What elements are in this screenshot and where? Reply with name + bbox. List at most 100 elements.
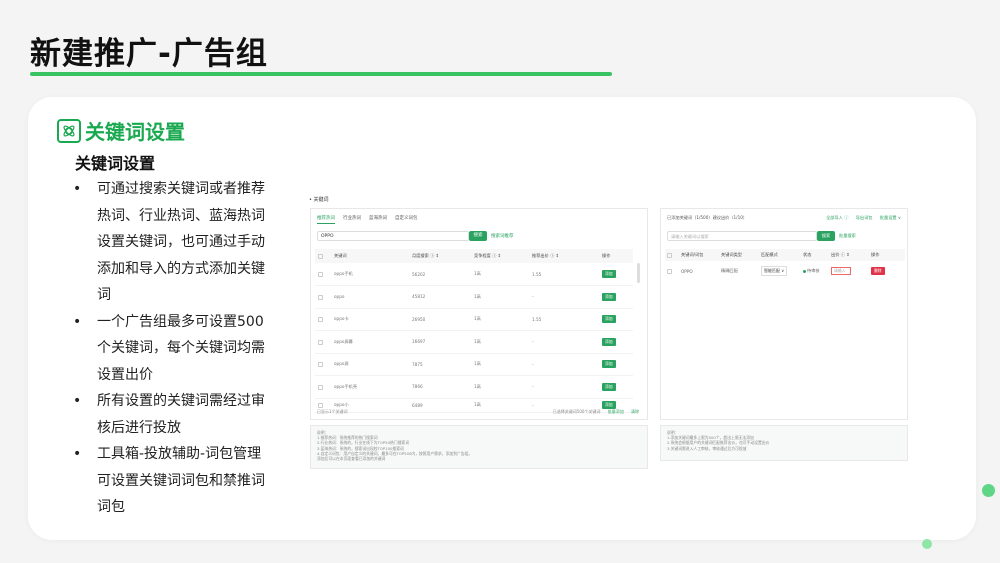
col-status: 状态 bbox=[801, 249, 829, 261]
cell-search: 56202 bbox=[409, 263, 471, 286]
add-button[interactable]: 添加 bbox=[602, 382, 616, 391]
batch-search-link[interactable]: 批量搜索 bbox=[839, 233, 856, 239]
col-type: 关键词类型 bbox=[719, 249, 759, 261]
keyword-picker-panel: 推荐热词 行业热词 蓝海热词 自定义词包 OPPO 搜索 搜索词推荐 关键词 月… bbox=[310, 208, 648, 420]
row-checkbox[interactable] bbox=[318, 294, 323, 300]
bullet-item: 一个广告组最多可设置500个关键词，每个关键词均需设置出价 bbox=[70, 309, 270, 389]
cell-type: 精确匹配 bbox=[721, 268, 738, 273]
cell-comp: 1高 bbox=[471, 263, 529, 286]
cell-search: 6489 bbox=[409, 398, 471, 413]
col-keyword: 关键词/词包 bbox=[679, 249, 719, 261]
table-row: oppo卡 26950 1高 1.55 添加 bbox=[315, 308, 633, 331]
section-title: 关键词设置 bbox=[85, 120, 185, 144]
col-mode: 匹配模式 bbox=[759, 249, 801, 261]
delete-button[interactable]: 删除 bbox=[871, 267, 885, 275]
slide-title: 新建推广-广告组 bbox=[30, 36, 268, 72]
left-footer-actions: 已选择关键词500个关键词 批量添加 清除 bbox=[547, 409, 639, 415]
table-header: 关键词 月度搜索 ⓘ ⇕ 竞争程度 ⓘ ⇕ 推荐出价 ⓘ ⇕ 操作 bbox=[315, 249, 633, 263]
selected-table: 关键词/词包 关键词类型 匹配模式 状态 出价 ⓘ ⇕ 操作 OPPO 精确匹配… bbox=[665, 249, 905, 281]
cell-bid: 1.55 bbox=[529, 263, 599, 286]
col-op: 操作 bbox=[599, 249, 633, 263]
status-badge: 待审核 bbox=[807, 268, 820, 273]
cell-search: 45812 bbox=[409, 285, 471, 309]
batch-add-link[interactable]: 批量添加 bbox=[608, 409, 624, 414]
add-button[interactable]: 添加 bbox=[602, 292, 616, 301]
row-checkbox[interactable] bbox=[667, 268, 672, 274]
row-checkbox[interactable] bbox=[318, 402, 323, 408]
selected-search-input[interactable]: 请输入关键词以搜索 bbox=[667, 231, 817, 241]
title-underline bbox=[30, 72, 612, 76]
selected-actions: 全部导入 ⓘ 导出词包 批量设置 ∨ bbox=[820, 215, 901, 221]
add-button[interactable]: 添加 bbox=[602, 270, 616, 278]
cell-keyword: oppo屏幕 bbox=[331, 330, 409, 354]
row-checkbox[interactable] bbox=[318, 317, 323, 322]
tab-recommended[interactable]: 推荐热词 bbox=[317, 215, 335, 224]
clear-link[interactable]: 清除 bbox=[631, 409, 639, 414]
table-row: oppo手机 56202 1高 1.55 添加 bbox=[315, 263, 633, 286]
cell-keyword: oppo卡 bbox=[331, 308, 409, 331]
select-all-checkbox[interactable] bbox=[667, 252, 672, 258]
decorative-dot bbox=[982, 484, 995, 497]
cell-comp: 1高 bbox=[471, 353, 529, 376]
add-button[interactable]: 添加 bbox=[602, 401, 616, 409]
row-checkbox[interactable] bbox=[318, 271, 323, 277]
left-footer-count: 已显示1个关键词 bbox=[317, 409, 348, 414]
col-keyword: 关键词 bbox=[331, 249, 409, 263]
table-row: oppo屏幕 16697 1高 - 添加 bbox=[315, 330, 633, 354]
table-row: oppo手机壳 7866 1高 - 添加 bbox=[315, 375, 633, 399]
note-line: 添加后可以在本页面查看已添加的关键词 bbox=[317, 456, 386, 462]
export-link[interactable]: 导出词包 bbox=[856, 215, 873, 220]
bullet-item: 所有设置的关键词需经过审核后进行投放 bbox=[70, 388, 270, 441]
left-notes: 说明： 1.推荐热词：系统推荐的热门搜索词 2.行业热词：系统的，行业在线下为T… bbox=[310, 425, 648, 469]
col-bid[interactable]: 出价 ⓘ ⇕ bbox=[829, 249, 869, 261]
search-button[interactable]: 搜索 bbox=[469, 231, 487, 241]
add-button[interactable]: 添加 bbox=[602, 337, 616, 346]
cell-comp: 1高 bbox=[471, 285, 529, 309]
match-mode-select[interactable]: 智能匹配 ∨ bbox=[761, 266, 788, 276]
table-row: OPPO 精确匹配 智能匹配 ∨ 待审核 请输入 删除 bbox=[665, 261, 905, 281]
cell-comp: 1高 bbox=[471, 308, 529, 331]
row-checkbox[interactable] bbox=[318, 384, 323, 390]
tab-industry[interactable]: 行业热词 bbox=[343, 215, 361, 224]
cell-bid: - bbox=[529, 353, 599, 376]
subtitle: 关键词设置 bbox=[75, 154, 156, 173]
note-line: 3.关键词需进入人工审核，审核通过后方可投放 bbox=[667, 445, 747, 451]
search-suggest-link[interactable]: 搜索词推荐 bbox=[491, 233, 514, 239]
cell-bid: - bbox=[529, 330, 599, 354]
selected-title: 已添加关键词（1/500）建议出价（1/10） bbox=[667, 215, 748, 220]
bullet-item: 工具箱-投放辅助-词包管理可设置关键词词包和禁推词词包 bbox=[70, 441, 270, 521]
section-header: 关键词设置 bbox=[57, 116, 185, 145]
tab-blue-ocean[interactable]: 蓝海热词 bbox=[369, 215, 387, 224]
cell-search: 7866 bbox=[409, 375, 471, 399]
row-checkbox[interactable] bbox=[318, 339, 323, 345]
cell-keyword: OPPO bbox=[681, 268, 693, 274]
status-dot-icon bbox=[803, 269, 806, 273]
select-all-checkbox[interactable] bbox=[318, 253, 323, 259]
cell-comp: 1高 bbox=[471, 398, 529, 413]
import-all-link[interactable]: 全部导入 ⓘ bbox=[826, 215, 848, 220]
keyword-table: 关键词 月度搜索 ⓘ ⇕ 竞争程度 ⓘ ⇕ 推荐出价 ⓘ ⇕ 操作 oppo手机… bbox=[315, 249, 633, 413]
table-scrollbar[interactable] bbox=[637, 263, 640, 283]
row-checkbox[interactable] bbox=[318, 362, 323, 367]
keyword-search-input[interactable]: OPPO bbox=[317, 231, 469, 241]
cell-search: 7875 bbox=[409, 353, 471, 376]
keyword-section-label: • 关键词 bbox=[309, 197, 329, 203]
col-competition[interactable]: 竞争程度 ⓘ ⇕ bbox=[471, 249, 529, 263]
selected-keywords-panel: 已添加关键词（1/500）建议出价（1/10） 全部导入 ⓘ 导出词包 批量设置… bbox=[660, 208, 908, 420]
cell-keyword: oppo手机 bbox=[331, 263, 409, 286]
table-row: oppo屏 7875 1高 - 添加 bbox=[315, 353, 633, 376]
bid-input[interactable]: 请输入 bbox=[831, 267, 851, 275]
cell-comp: 1高 bbox=[471, 375, 529, 399]
table-row: oppo 45812 1高 - 添加 bbox=[315, 285, 633, 309]
cell-keyword: oppo bbox=[331, 285, 409, 309]
batch-set-dropdown[interactable]: 批量设置 ∨ bbox=[880, 215, 901, 220]
add-button[interactable]: 添加 bbox=[602, 315, 616, 324]
add-button[interactable]: 添加 bbox=[602, 360, 616, 369]
bullet-list: 可通过搜索关键词或者推荐热词、行业热词、蓝海热词设置关键词，也可通过手动添加和导… bbox=[70, 176, 270, 521]
tab-custom[interactable]: 自定义词包 bbox=[395, 215, 418, 224]
selected-search-button[interactable]: 搜索 bbox=[817, 231, 835, 241]
col-bid[interactable]: 推荐出价 ⓘ ⇕ bbox=[529, 249, 599, 263]
col-search[interactable]: 月度搜索 ⓘ ⇕ bbox=[409, 249, 471, 263]
keyword-settings-icon bbox=[57, 118, 81, 143]
keyword-tabs: 推荐热词 行业热词 蓝海热词 自定义词包 bbox=[317, 215, 418, 224]
